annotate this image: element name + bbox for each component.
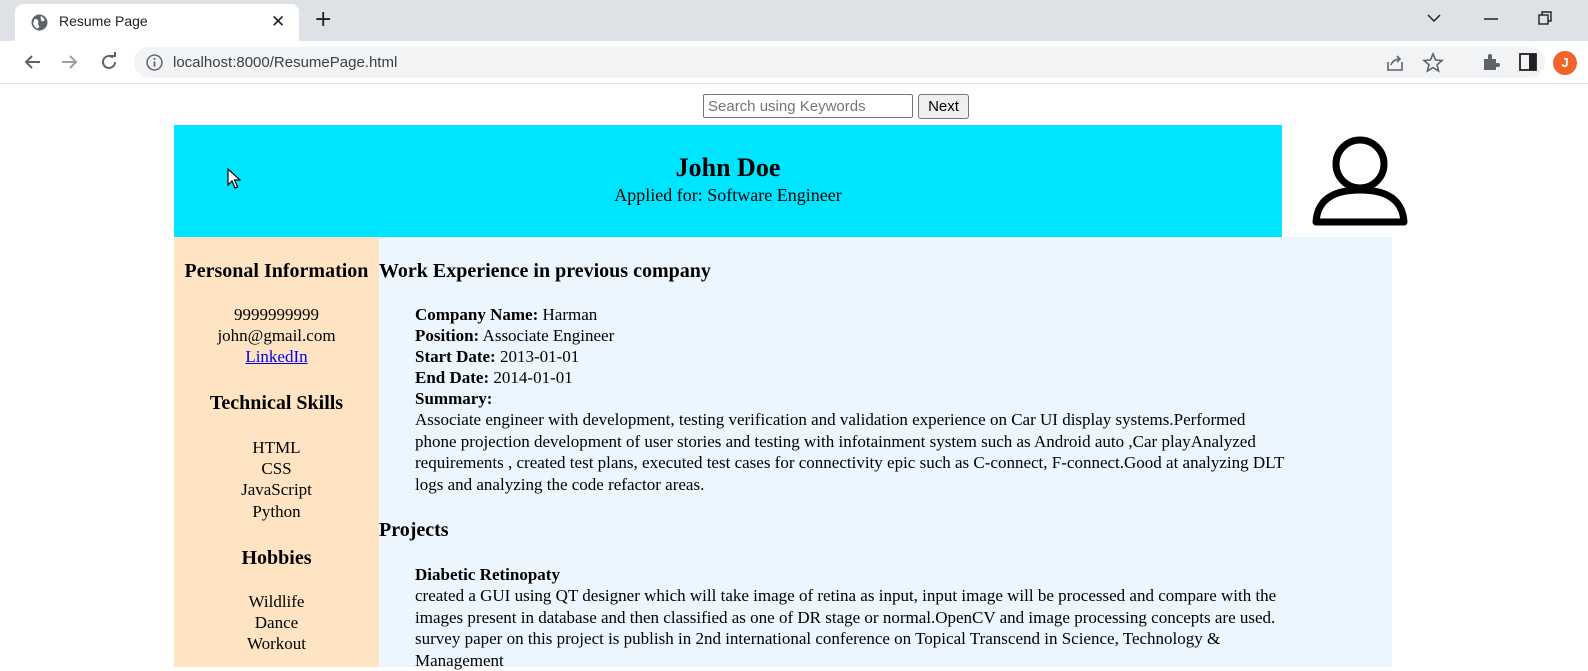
end-date-label: End Date: bbox=[415, 368, 489, 387]
start-date-label: Start Date: bbox=[415, 347, 496, 366]
project-title: Diabetic Retinopaty bbox=[415, 564, 560, 585]
url-text[interactable]: localhost:8000/ResumePage.html bbox=[173, 54, 397, 71]
project-line: Management bbox=[415, 650, 1385, 671]
resume-header: John Doe Applied for: Software Engineer bbox=[174, 125, 1282, 237]
minimize-icon[interactable] bbox=[1484, 17, 1498, 21]
main-content: Work Experience in previous company Comp… bbox=[379, 237, 1392, 667]
skill-item: JavaScript bbox=[174, 479, 379, 500]
sidebar: Personal Information 9999999999 john@gma… bbox=[174, 237, 379, 667]
skill-item: HTML bbox=[174, 437, 379, 458]
hobbies-heading: Hobbies bbox=[174, 547, 379, 570]
technical-skills-heading: Technical Skills bbox=[174, 392, 379, 415]
end-date-value: 2014-01-01 bbox=[493, 368, 572, 387]
mouse-cursor-icon bbox=[227, 168, 241, 190]
side-panel-icon[interactable] bbox=[1517, 51, 1539, 73]
search-input[interactable] bbox=[703, 94, 913, 118]
page-content: Next John Doe Applied for: Software Engi… bbox=[0, 84, 1588, 667]
summary-text: Associate engineer with development, tes… bbox=[415, 409, 1385, 495]
summary-line: requirements , created test plans, execu… bbox=[415, 452, 1385, 474]
summary-line: logs and analyzing the code refactor are… bbox=[415, 474, 1385, 496]
profile-avatar[interactable]: J bbox=[1553, 51, 1577, 75]
info-icon[interactable] bbox=[146, 54, 163, 71]
candidate-name: John Doe bbox=[174, 153, 1282, 183]
user-avatar-icon bbox=[1310, 134, 1410, 226]
forward-arrow-icon[interactable] bbox=[58, 51, 80, 73]
star-icon[interactable] bbox=[1422, 52, 1444, 74]
position-value: Associate Engineer bbox=[483, 326, 615, 345]
summary-line: Associate engineer with development, tes… bbox=[415, 409, 1385, 431]
extensions-icon[interactable] bbox=[1480, 51, 1502, 73]
project-description: created a GUI using QT designer which wi… bbox=[415, 585, 1385, 671]
company-field: Company Name: Harman bbox=[415, 304, 597, 325]
phone-number: 9999999999 bbox=[174, 304, 379, 325]
browser-tab[interactable]: Resume Page ✕ bbox=[15, 4, 299, 41]
project-title-text: Diabetic Retinopaty bbox=[415, 565, 560, 584]
work-experience-heading: Work Experience in previous company bbox=[379, 260, 711, 283]
tab-strip: Resume Page ✕ + bbox=[0, 0, 1588, 41]
end-date-field: End Date: 2014-01-01 bbox=[415, 367, 573, 388]
company-label: Company Name: bbox=[415, 305, 538, 324]
restore-icon[interactable] bbox=[1538, 11, 1552, 25]
projects-heading: Projects bbox=[379, 519, 449, 542]
email-address: john@gmail.com bbox=[174, 325, 379, 346]
summary-field: Summary: bbox=[415, 388, 492, 409]
project-line: created a GUI using QT designer which wi… bbox=[415, 585, 1385, 607]
new-tab-icon[interactable]: + bbox=[314, 7, 332, 33]
reload-icon[interactable] bbox=[98, 51, 120, 73]
start-date-value: 2013-01-01 bbox=[500, 347, 579, 366]
position-label: Position: bbox=[415, 326, 479, 345]
address-bar[interactable]: localhost:8000/ResumePage.html bbox=[134, 47, 1545, 78]
project-line: images present in database and then clas… bbox=[415, 607, 1385, 629]
tab-title: Resume Page bbox=[59, 13, 148, 29]
company-value: Harman bbox=[543, 305, 598, 324]
summary-label: Summary: bbox=[415, 389, 492, 408]
chevron-down-icon[interactable] bbox=[1426, 12, 1442, 24]
share-icon[interactable] bbox=[1384, 52, 1406, 74]
position-field: Position: Associate Engineer bbox=[415, 325, 614, 346]
linkedin-link[interactable]: LinkedIn bbox=[245, 347, 307, 366]
start-date-field: Start Date: 2013-01-01 bbox=[415, 346, 579, 367]
personal-info-heading: Personal Information bbox=[174, 260, 379, 283]
skill-item: CSS bbox=[174, 458, 379, 479]
hobby-item: Dance bbox=[174, 612, 379, 633]
project-line: survey paper on this project is publish … bbox=[415, 628, 1385, 650]
hobby-item: Workout bbox=[174, 633, 379, 654]
browser-toolbar: localhost:8000/ResumePage.html J bbox=[0, 41, 1588, 84]
skill-item: Python bbox=[174, 501, 379, 522]
applied-for: Applied for: Software Engineer bbox=[174, 185, 1282, 206]
globe-icon bbox=[31, 14, 48, 31]
close-tab-icon[interactable]: ✕ bbox=[271, 12, 285, 32]
hobby-item: Wildlife bbox=[174, 591, 379, 612]
summary-line: phone projection development of user sto… bbox=[415, 431, 1385, 453]
next-button[interactable]: Next bbox=[918, 94, 969, 119]
back-arrow-icon[interactable] bbox=[22, 51, 44, 73]
